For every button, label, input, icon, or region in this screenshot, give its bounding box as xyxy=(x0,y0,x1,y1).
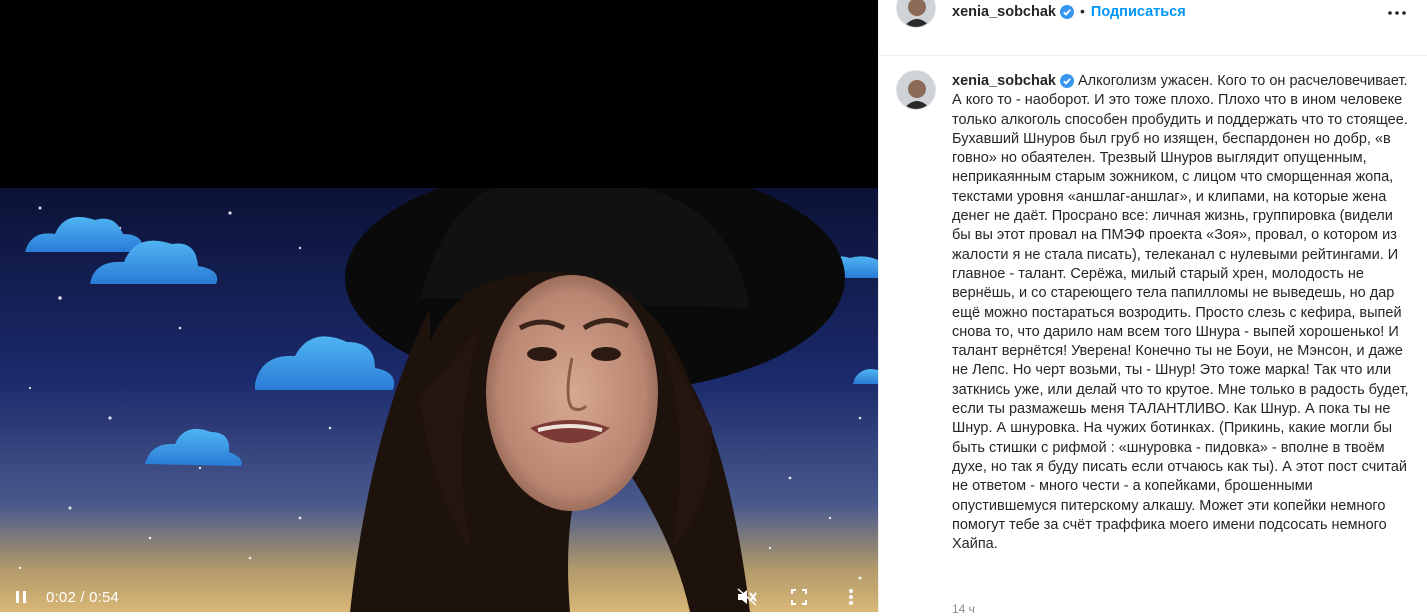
verified-badge-icon xyxy=(1059,74,1074,88)
caption-text: Алкоголизм ужасен. Кого то он расчеловеч… xyxy=(952,73,1409,553)
caption-avatar[interactable] xyxy=(896,70,936,110)
follow-button[interactable]: Подписаться xyxy=(1091,4,1186,20)
header-user-line: xenia_sobchak • Подписаться xyxy=(952,2,1186,21)
video-controls: 0:02 / 0:54 xyxy=(0,582,878,612)
video-time: 0:02 / 0:54 xyxy=(46,589,119,606)
pause-icon xyxy=(16,591,26,603)
verified-badge-icon xyxy=(1059,5,1074,19)
post-options-button[interactable] xyxy=(1385,2,1409,22)
post-header: xenia_sobchak • Подписаться xyxy=(879,0,1427,56)
video-options-button[interactable] xyxy=(838,584,864,610)
video-player[interactable]: 0:02 / 0:54 xyxy=(0,0,878,612)
mute-button[interactable] xyxy=(734,584,760,610)
caption-avatar-image xyxy=(897,71,935,109)
pause-button[interactable] xyxy=(8,584,34,610)
duration: 0:54 xyxy=(89,589,120,606)
video-frame[interactable] xyxy=(0,188,878,612)
post-timestamp[interactable]: 14 ч xyxy=(952,602,975,616)
header-username[interactable]: xenia_sobchak xyxy=(952,4,1056,20)
video-still-image xyxy=(0,188,878,612)
more-vertical-icon xyxy=(849,589,853,605)
more-horizontal-icon xyxy=(1388,11,1406,15)
muted-speaker-icon xyxy=(737,588,757,606)
current-time: 0:02 xyxy=(46,589,76,606)
time-separator: / xyxy=(76,589,90,606)
avatar[interactable] xyxy=(896,0,936,28)
post-caption: xenia_sobchak Алкоголизм ужасен. Кого то… xyxy=(952,72,1414,554)
caption-username[interactable]: xenia_sobchak xyxy=(952,73,1056,89)
header-separator: • xyxy=(1079,3,1085,19)
post-side-panel: xenia_sobchak • Подписаться xenia_sobchak… xyxy=(878,0,1427,616)
fullscreen-button[interactable] xyxy=(786,584,812,610)
avatar-image xyxy=(897,0,935,27)
fullscreen-icon xyxy=(791,589,807,605)
